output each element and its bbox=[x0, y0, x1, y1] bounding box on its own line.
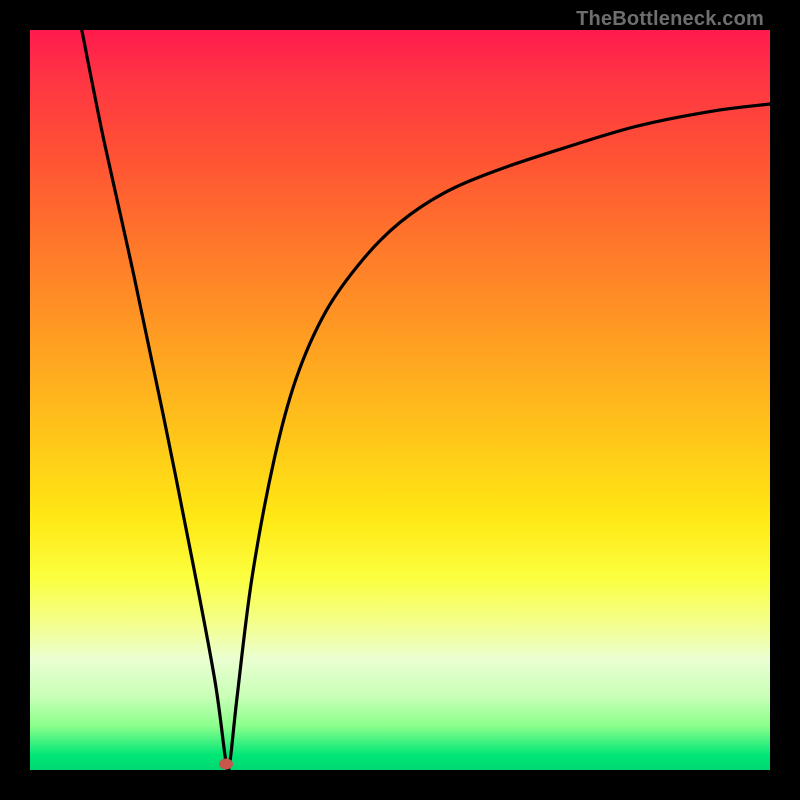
bottleneck-curve bbox=[30, 30, 770, 770]
curve-path bbox=[82, 30, 770, 772]
minimum-marker bbox=[219, 759, 233, 770]
watermark-text: TheBottleneck.com bbox=[576, 8, 764, 31]
chart-frame: TheBottleneck.com bbox=[0, 0, 800, 800]
